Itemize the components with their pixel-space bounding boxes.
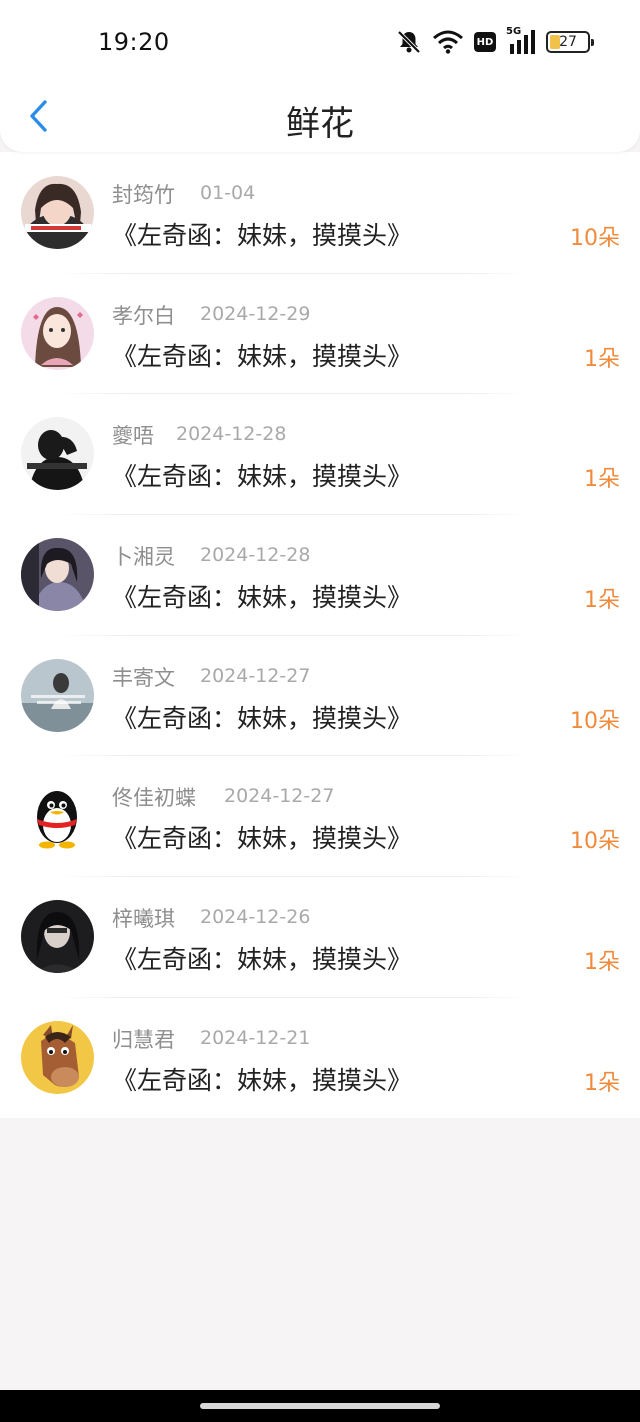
song-title: 《左奇函：妹妹，摸摸头》 [112, 583, 413, 613]
flower-count: 1朵 [584, 588, 620, 614]
song-title: 《左奇函：妹妹，摸摸头》 [112, 1065, 413, 1095]
battery-level: 27 [559, 34, 577, 50]
song-title: 《左奇函：妹妹，摸摸头》 [112, 221, 413, 250]
flower-count: 1朵 [584, 346, 620, 372]
home-indicator[interactable] [200, 1403, 440, 1409]
avatar[interactable] [21, 1020, 94, 1094]
avatar[interactable] [21, 417, 94, 491]
status-bar: 19:20 HD 5G 27 [0, 0, 640, 84]
sender-name: 夔唔 [112, 424, 154, 449]
app-header: 19:20 HD 5G 27 鲜花 [0, 0, 640, 152]
list-item[interactable]: 卜湘灵 2024-12-28 《左奇函：妹妹，摸摸头》 1朵 [0, 514, 640, 635]
sender-name: 归慧君 [112, 1027, 175, 1052]
song-title: 《左奇函：妹妹，摸摸头》 [112, 824, 413, 854]
sender-name: 丰寄文 [112, 665, 175, 690]
network-label: 5G [506, 26, 522, 37]
song-title: 《左奇函：妹妹，摸摸头》 [112, 341, 413, 371]
sender-name: 卜湘灵 [112, 545, 175, 570]
list-item[interactable]: 归慧君 2024-12-21 《左奇函：妹妹，摸摸头》 1朵 [0, 996, 640, 1118]
avatar[interactable] [21, 296, 94, 370]
gift-date: 01-04 [200, 182, 256, 204]
gift-date: 2024-12-28 [176, 423, 287, 446]
sender-name: 佟佳初蝶 [112, 786, 196, 811]
gift-date: 2024-12-28 [200, 544, 311, 567]
song-title: 《左奇函：妹妹，摸摸头》 [112, 945, 413, 975]
list-item[interactable]: 梓曦琪 2024-12-26 《左奇函：妹妹，摸摸头》 1朵 [0, 876, 640, 997]
horse-cartoon-icon [21, 1020, 94, 1094]
list-item[interactable]: 丰寄文 2024-12-27 《左奇函：妹妹，摸摸头》 10朵 [0, 634, 640, 756]
song-title: 《左奇函：妹妹，摸摸头》 [112, 703, 413, 733]
flower-count: 1朵 [584, 950, 620, 976]
flower-count: 1朵 [584, 467, 620, 493]
signal-5g-icon: 5G [506, 26, 536, 54]
gift-date: 2024-12-21 [200, 1026, 311, 1049]
hd-icon: HD [474, 32, 496, 52]
bell-muted-icon [396, 29, 422, 55]
page-title: 鲜花 [286, 104, 354, 144]
sender-name: 封筠竹 [112, 183, 175, 207]
battery-icon: 27 [546, 31, 594, 53]
avatar[interactable] [21, 900, 94, 974]
wifi-icon [432, 30, 464, 54]
sender-name: 梓曦琪 [112, 907, 175, 932]
gift-date: 2024-12-27 [224, 785, 335, 808]
gift-date: 2024-12-26 [200, 906, 311, 929]
avatar[interactable] [21, 176, 94, 249]
gift-date: 2024-12-29 [200, 302, 311, 325]
song-title: 《左奇函：妹妹，摸摸头》 [112, 462, 413, 492]
qq-penguin-icon [21, 791, 94, 852]
status-time: 19:20 [98, 28, 170, 56]
flower-count: 10朵 [570, 829, 620, 855]
flower-count: 10朵 [570, 708, 620, 734]
list-item[interactable]: 封筠竹 01-04 《左奇函：妹妹，摸摸头》 10朵 [0, 152, 640, 273]
sender-name: 孝尔白 [112, 303, 175, 328]
flower-count: 1朵 [584, 1070, 620, 1096]
list-item[interactable]: 夔唔 2024-12-28 《左奇函：妹妹，摸摸头》 1朵 [0, 393, 640, 514]
status-icons: HD 5G 27 [396, 26, 594, 56]
avatar[interactable] [21, 658, 94, 732]
avatar[interactable] [21, 538, 94, 612]
avatar[interactable] [21, 779, 94, 853]
gift-date: 2024-12-27 [200, 664, 311, 687]
flower-count: 10朵 [570, 226, 620, 251]
list-item[interactable]: 孝尔白 2024-12-29 《左奇函：妹妹，摸摸头》 1朵 [0, 272, 640, 394]
gift-list: 封筠竹 01-04 《左奇函：妹妹，摸摸头》 10朵 孝尔白 2024-12-2… [0, 152, 640, 1118]
list-item[interactable]: 佟佳初蝶 2024-12-27 《左奇函：妹妹，摸摸头》 10朵 [0, 755, 640, 876]
